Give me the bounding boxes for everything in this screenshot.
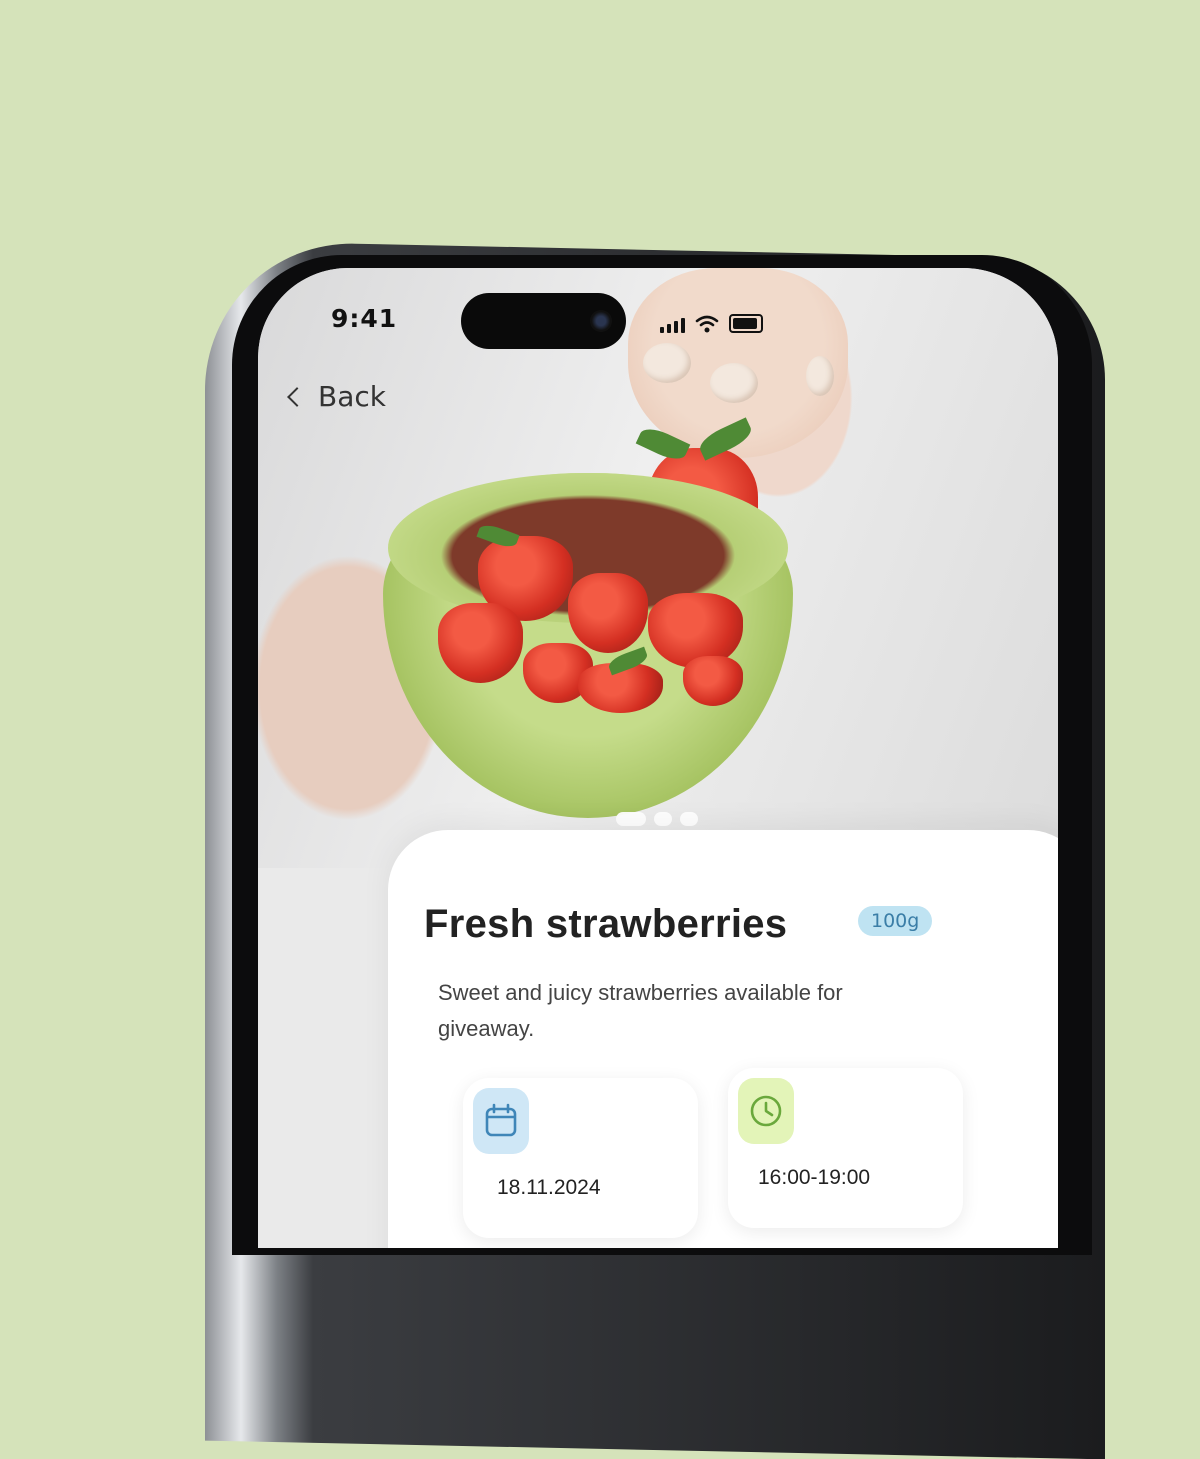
status-time: 9:41 [331, 304, 398, 333]
dynamic-island [461, 293, 626, 349]
cellular-signal-icon [660, 318, 685, 333]
calendar-icon [485, 1103, 517, 1137]
date-icon-tile [473, 1088, 529, 1154]
pager-dot[interactable] [680, 812, 698, 826]
front-camera [590, 310, 612, 332]
pickup-time-card: 16:00-19:00 [728, 1068, 963, 1228]
app-screen: 9:41 Back Fresh strawberries 100g Sweet … [258, 268, 1058, 1248]
wifi-icon [695, 315, 719, 333]
battery-icon [729, 314, 763, 333]
quantity-badge: 100g [858, 906, 933, 936]
product-description: Sweet and juicy strawberries available f… [438, 980, 843, 1041]
clock-icon [750, 1095, 782, 1127]
pickup-date-card: 18.11.2024 [463, 1078, 698, 1238]
fingernail [710, 363, 758, 403]
pickup-date: 18.11.2024 [497, 1176, 601, 1199]
fingernail [806, 356, 834, 396]
product-details-card: Fresh strawberries 100g Sweet and juicy … [388, 830, 1058, 1248]
product-title: Fresh strawberries [424, 902, 788, 946]
chevron-left-icon [287, 386, 307, 407]
pickup-time: 16:00-19:00 [758, 1166, 871, 1189]
pager-dot[interactable] [616, 812, 646, 826]
product-photo[interactable] [258, 268, 1058, 868]
status-icons [660, 314, 763, 333]
pager-dot[interactable] [654, 812, 672, 826]
fingernail [643, 343, 691, 383]
time-icon-tile [738, 1078, 794, 1144]
gallery-pager[interactable] [616, 812, 698, 826]
back-button[interactable]: Back [287, 380, 386, 413]
back-label: Back [318, 380, 386, 413]
